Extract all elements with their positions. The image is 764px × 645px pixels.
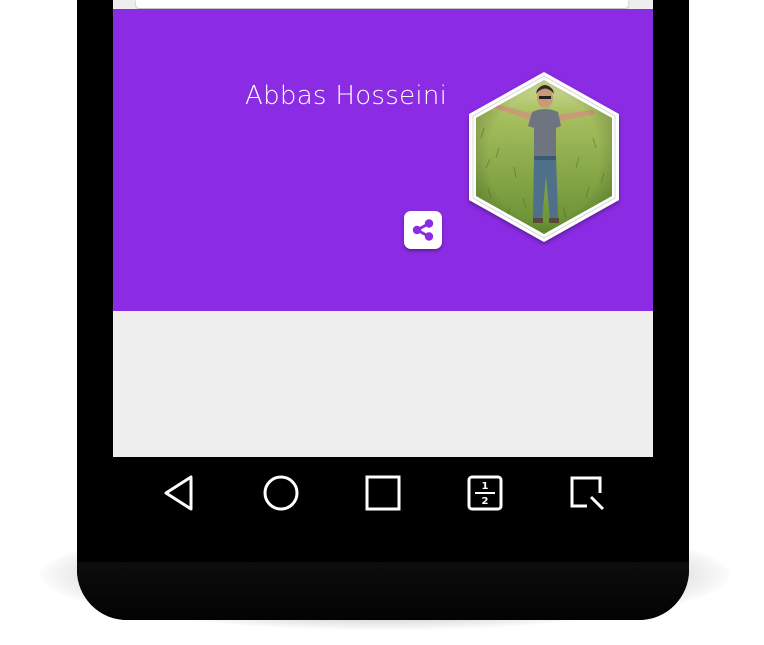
previous-card-edge (136, 0, 628, 8)
phone-frame: Abbas Hosseini 1 2 (77, 0, 689, 620)
split-label-bottom: 2 (482, 496, 489, 507)
app-screen: Abbas Hosseini (113, 0, 653, 457)
profile-card: Abbas Hosseini (113, 9, 653, 311)
capture-button[interactable] (567, 473, 607, 513)
profile-name: Abbas Hosseini (245, 81, 448, 111)
share-button[interactable] (404, 211, 442, 249)
recents-button[interactable] (363, 473, 403, 513)
split-screen-button[interactable]: 1 2 (465, 473, 505, 513)
split-screen-icon: 1 2 (467, 475, 503, 511)
home-circle-icon (263, 475, 299, 511)
profile-photo[interactable] (466, 68, 622, 246)
phone-chin (77, 562, 689, 620)
home-button[interactable] (261, 473, 301, 513)
split-label-top: 1 (482, 481, 489, 492)
back-triangle-icon (164, 475, 193, 511)
capture-screen-icon (570, 476, 605, 511)
navigation-bar: 1 2 (113, 457, 653, 531)
share-icon (412, 219, 434, 241)
back-button[interactable] (159, 473, 199, 513)
recents-square-icon (365, 475, 401, 511)
